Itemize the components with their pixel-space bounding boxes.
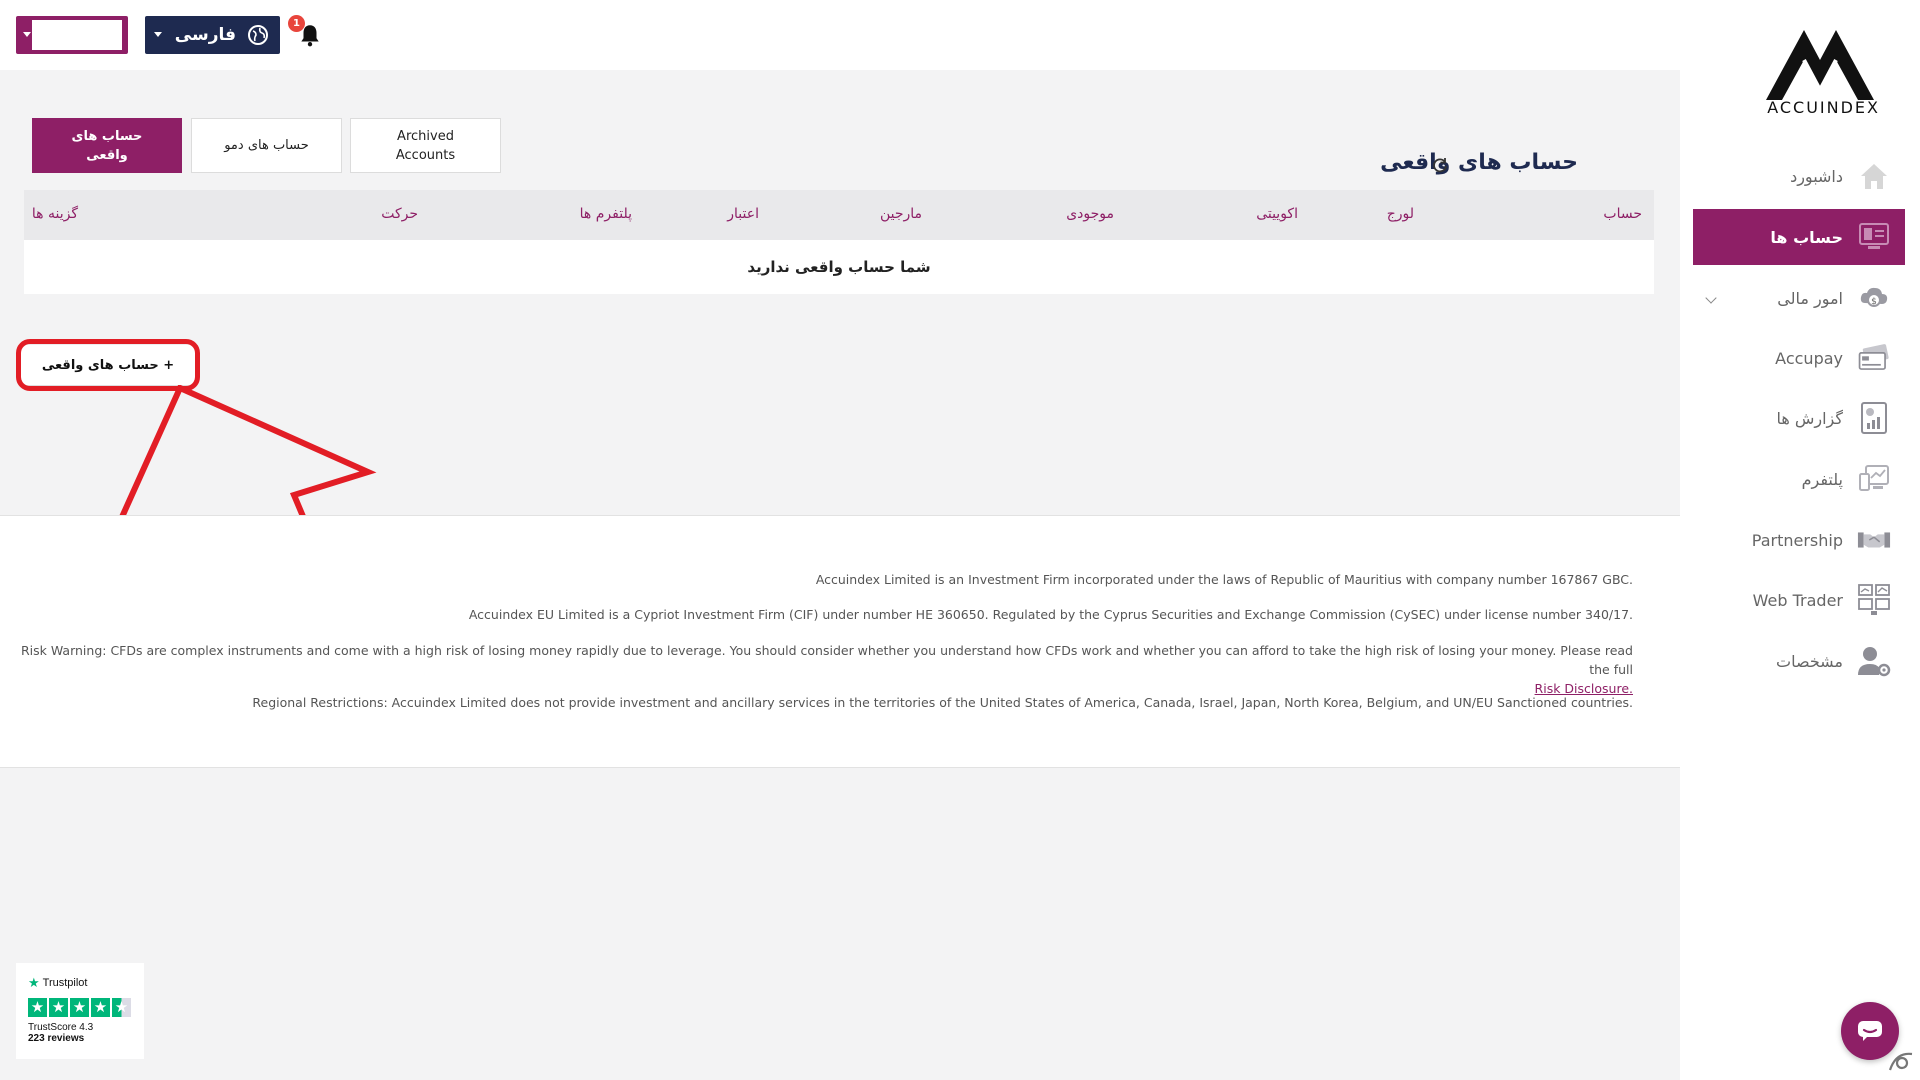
sidebar-item-label: داشبورد [1790,166,1843,186]
report-icon [1857,401,1891,435]
refresh-icon[interactable] [1431,156,1449,174]
sidebar-item-platform[interactable]: پلتفرم [1693,451,1905,507]
column-header-account[interactable]: حساب [1603,206,1642,222]
column-header-options[interactable]: گزینه ها [32,206,78,222]
chat-icon [1858,1021,1882,1041]
accounts-table-header: حساب لورج اکوییتی موجودی مارجین اعتبار پ… [24,190,1654,240]
risk-warning-text: Risk Warning: CFDs are complex instrumen… [20,643,1633,677]
column-header-leverage[interactable]: لورج [1387,206,1414,222]
svg-text:$: $ [1871,297,1877,307]
sidebar-item-label: Partnership [1751,530,1843,550]
highlight-ring [16,339,200,391]
sidebar-item-dashboard[interactable]: داشبورد [1693,148,1905,204]
tab-label: حساب های واقعی [71,128,143,163]
caret-down-icon [154,32,162,37]
language-selector[interactable]: فارسی [145,16,280,54]
sidebar: ACCUINDEX داشبورد حساب ها امور مالی $ Ac… [1680,0,1920,1080]
trust-score: TrustScore 4.3 [28,1022,94,1033]
caret-down-icon [23,32,31,37]
swirl-icon [1888,1052,1913,1071]
column-header-margin[interactable]: مارجین [880,206,922,222]
profile-icon [1857,644,1891,678]
sidebar-item-label: Web Trader [1752,590,1843,610]
sidebar-item-label: مشخصات [1776,651,1843,671]
column-header-equity[interactable]: اکوییتی [1256,206,1298,222]
star-icon: ★ [70,998,89,1017]
trustpilot-stars: ★ ★ ★ ★ ★ [28,998,132,1017]
footer-eu-line: Accuindex EU Limited is a Cypriot Invest… [468,607,1633,622]
tab-real-accounts[interactable]: حساب های واقعی [32,118,182,173]
column-header-balance[interactable]: موجودی [1066,206,1114,222]
sidebar-item-partnership[interactable]: Partnership [1693,512,1905,568]
sidebar-item-label: Accupay [1775,348,1843,368]
handshake-icon [1857,523,1891,557]
sidebar-item-label: گزارش ها [1776,408,1843,428]
accounts-icon [1857,220,1891,254]
chevron-down-icon[interactable] [1705,292,1717,304]
trustpilot-brand: ★ Trustpilot [28,975,132,991]
column-header-credit[interactable]: اعتبار [727,206,759,222]
notification-badge: 1 [288,15,305,32]
sidebar-item-accupay[interactable]: Accupay [1693,330,1905,386]
trustpilot-widget[interactable]: ★ Trustpilot ★ ★ ★ ★ ★ TrustScore 4.3 22… [16,963,144,1059]
page-title: حساب های واقعی [1380,150,1578,175]
star-icon: ★ [28,998,47,1017]
finance-icon: $ [1857,281,1891,315]
footer-regional-restrictions: Regional Restrictions: Accuindex Limited… [252,695,1633,710]
trustpilot-star-icon: ★ [28,975,40,990]
sidebar-item-accounts[interactable]: حساب ها [1693,209,1905,265]
risk-disclosure-link[interactable]: Risk Disclosure. [1535,681,1633,696]
column-header-platforms[interactable]: پلتفرم ها [580,206,632,222]
trustpilot-brand-label: Trustpilot [42,977,88,989]
logo-text: ACCUINDEX [1767,98,1880,117]
sidebar-item-label: حساب ها [1770,227,1843,247]
top-bar: فارسی 1 [0,0,1680,70]
tab-demo-accounts[interactable]: حساب های دمو [191,118,342,173]
sidebar-item-profile[interactable]: مشخصات [1693,633,1905,689]
sidebar-item-label: امور مالی [1777,288,1843,308]
tab-archived-accounts[interactable]: Archived Accounts [350,118,501,173]
review-count: 223 reviews [28,1033,85,1044]
tab-label: Archived Accounts [395,128,456,163]
footer-risk-warning: Risk Warning: CFDs are complex instrumen… [13,641,1633,698]
web-trader-icon [1857,583,1891,617]
user-name-box [32,20,122,50]
globe-icon [248,25,268,45]
sidebar-item-web-trader[interactable]: Web Trader [1693,572,1905,628]
home-icon [1857,159,1891,193]
star-icon: ★ [91,998,110,1017]
footer-company-line: Accuindex Limited is an Investment Firm … [815,572,1633,587]
half-star-icon: ★ [112,998,131,1017]
platform-icon [1857,462,1891,496]
tab-label: حساب های دمو [224,138,309,153]
star-icon: ★ [49,998,68,1017]
column-header-action[interactable]: حرکت [381,206,418,222]
language-label: فارسی [174,25,236,45]
empty-table-message: شما حساب واقعی ندارید [24,240,1654,294]
sidebar-item-finance[interactable]: امور مالی $ [1693,270,1905,326]
legal-footer: Accuindex Limited is an Investment Firm … [0,515,1680,768]
sidebar-item-label: پلتفرم [1801,469,1843,489]
user-menu-button[interactable] [16,16,128,54]
card-icon [1857,341,1891,375]
sidebar-item-reports[interactable]: گزارش ها [1693,390,1905,446]
